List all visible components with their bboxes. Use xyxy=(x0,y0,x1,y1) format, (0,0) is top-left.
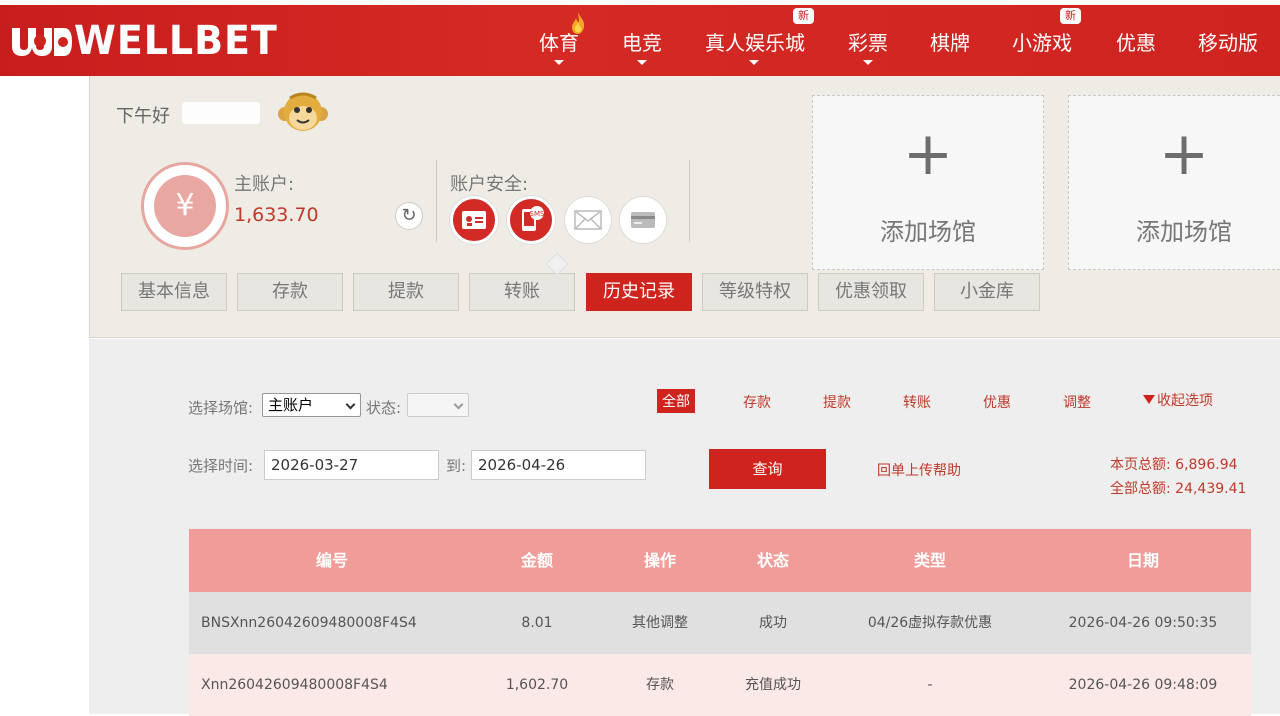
nav-mobile-label: 移动版 xyxy=(1198,31,1258,55)
nav-esports-label: 电竞 xyxy=(622,31,662,55)
sms-verified-icon[interactable]: SMS xyxy=(507,196,555,244)
account-panel: 下午好 ¥ 主账户: 1,633.70 ↻ 账户安全: SMS + 添加场馆 +… xyxy=(89,76,1280,338)
filter-promotion[interactable]: 优惠 xyxy=(983,392,1011,412)
wellbet-logo[interactable]: WELLBET xyxy=(10,21,289,61)
cell-operation: 存款 xyxy=(646,677,674,693)
collapse-options-link[interactable]: 收起选项 xyxy=(1143,390,1213,410)
cell-amount: 1,602.70 xyxy=(505,677,569,693)
time-filter-label: 选择时间: xyxy=(188,457,254,475)
cell-operation: 其他调整 xyxy=(632,615,688,631)
add-venue-card[interactable]: + 添加场馆 xyxy=(1068,95,1280,270)
chevron-down-icon xyxy=(345,399,356,410)
tab-vip-privileges[interactable]: 等级特权 xyxy=(702,273,808,311)
new-badge: 新 xyxy=(1060,8,1081,24)
column-header-status: 状态 xyxy=(756,551,789,570)
nav-live-casino-label: 真人娱乐城 xyxy=(705,31,805,55)
cell-type: - xyxy=(927,677,933,693)
column-header-date: 日期 xyxy=(1126,551,1159,570)
nav-promotions-label: 优惠 xyxy=(1116,31,1156,55)
receipt-upload-help-link[interactable]: 回单上传帮助 xyxy=(877,460,961,480)
column-header-operation: 操作 xyxy=(643,551,676,570)
date-from-input[interactable]: 2026-03-27 xyxy=(264,450,439,480)
cell-date: 2026-04-26 09:50:35 xyxy=(1068,615,1218,631)
main-account-label: 主账户: xyxy=(234,174,295,195)
venue-select[interactable]: 主账户 xyxy=(262,393,361,417)
refresh-icon[interactable]: ↻ xyxy=(395,202,423,230)
add-venue-label: 添加场馆 xyxy=(1136,218,1232,246)
bank-card-icon[interactable] xyxy=(619,196,667,244)
filter-adjustment[interactable]: 调整 xyxy=(1063,392,1091,412)
logo-text: WELLBET xyxy=(74,18,278,64)
currency-symbol: ¥ xyxy=(154,175,216,237)
account-security-label: 账户安全: xyxy=(450,174,529,195)
email-icon[interactable] xyxy=(564,196,612,244)
chevron-down-icon xyxy=(453,399,464,410)
history-content: 选择场馆: 主账户 状态: 全部 存款 提款 转账 优惠 调整 收起选项 选择时… xyxy=(89,339,1280,716)
greeting-text: 下午好 xyxy=(116,106,170,127)
nav-chess-cards-label: 棋牌 xyxy=(930,31,970,55)
tab-basic-info[interactable]: 基本信息 xyxy=(121,273,227,311)
cell-status: 成功 xyxy=(759,615,787,631)
venue-select-value: 主账户 xyxy=(268,396,314,414)
all-total: 全部总额: 24,439.41 xyxy=(1110,481,1247,497)
top-nav-bar: WELLBET 体育 电竞 真人娱乐城 新 彩票 棋牌 小游戏 新 优惠 移动版 xyxy=(0,5,1280,76)
chevron-down-icon xyxy=(863,60,873,65)
filter-transfer[interactable]: 转账 xyxy=(903,392,931,412)
column-header-type: 类型 xyxy=(913,551,946,570)
date-to-label: 到: xyxy=(446,457,467,475)
filter-all[interactable]: 全部 xyxy=(657,389,695,413)
status-filter-label: 状态: xyxy=(366,399,402,417)
money-bag-icon: ¥ xyxy=(141,162,229,250)
new-badge: 新 xyxy=(793,8,814,24)
monkey-avatar-icon[interactable] xyxy=(276,90,330,134)
table-row: Xnn26042609480008F4S4 1,602.70 存款 充值成功 -… xyxy=(189,654,1251,716)
cell-id: BNSXnn26042609480008F4S4 xyxy=(201,615,417,631)
cell-id: Xnn26042609480008F4S4 xyxy=(201,677,388,693)
collapse-options-label: 收起选项 xyxy=(1157,393,1213,409)
filter-withdraw[interactable]: 提款 xyxy=(823,392,851,412)
chevron-down-icon xyxy=(554,60,564,65)
tab-claim-promotions[interactable]: 优惠领取 xyxy=(818,273,924,311)
main-account-balance: 1,633.70 xyxy=(234,204,319,226)
nav-mini-games-label: 小游戏 xyxy=(1012,31,1072,55)
username-redacted xyxy=(182,102,260,124)
cell-date: 2026-04-26 09:48:09 xyxy=(1068,677,1218,693)
cell-amount: 8.01 xyxy=(521,615,553,631)
divider xyxy=(689,160,690,242)
filter-deposit[interactable]: 存款 xyxy=(743,392,771,412)
cell-status: 充值成功 xyxy=(745,677,801,693)
nav-lottery-label: 彩票 xyxy=(848,31,888,55)
flame-icon xyxy=(572,12,585,34)
sms-text: SMS xyxy=(530,210,545,218)
status-select[interactable] xyxy=(407,393,469,417)
query-button[interactable]: 查询 xyxy=(709,449,826,489)
divider xyxy=(436,160,437,242)
table-header: 编号 金额 操作 状态 类型 日期 xyxy=(189,529,1251,592)
plus-icon: + xyxy=(902,119,954,189)
tab-withdraw[interactable]: 提款 xyxy=(353,273,459,311)
id-card-verified-icon[interactable] xyxy=(450,196,498,244)
table-row: BNSXnn26042609480008F4S4 8.01 其他调整 成功 04… xyxy=(189,592,1251,654)
chevron-down-icon xyxy=(637,60,647,65)
add-venue-label: 添加场馆 xyxy=(880,218,976,246)
column-header-amount: 金额 xyxy=(520,551,553,570)
tab-history[interactable]: 历史记录 xyxy=(586,273,692,311)
logo-mark-icon xyxy=(12,28,72,56)
column-header-id: 编号 xyxy=(315,551,348,570)
tab-vault[interactable]: 小金库 xyxy=(934,273,1040,311)
venue-filter-label: 选择场馆: xyxy=(188,399,254,417)
chevron-down-icon xyxy=(749,60,759,65)
tab-transfer[interactable]: 转账 xyxy=(469,273,575,311)
plus-icon: + xyxy=(1158,119,1210,189)
date-to-input[interactable]: 2026-04-26 xyxy=(471,450,646,480)
tab-deposit[interactable]: 存款 xyxy=(237,273,343,311)
cell-type: 04/26虚拟存款优惠 xyxy=(867,615,993,631)
add-venue-card[interactable]: + 添加场馆 xyxy=(812,95,1044,270)
page-total: 本页总额: 6,896.94 xyxy=(1110,457,1238,473)
left-margin xyxy=(0,76,89,714)
triangle-down-icon xyxy=(1143,395,1155,404)
